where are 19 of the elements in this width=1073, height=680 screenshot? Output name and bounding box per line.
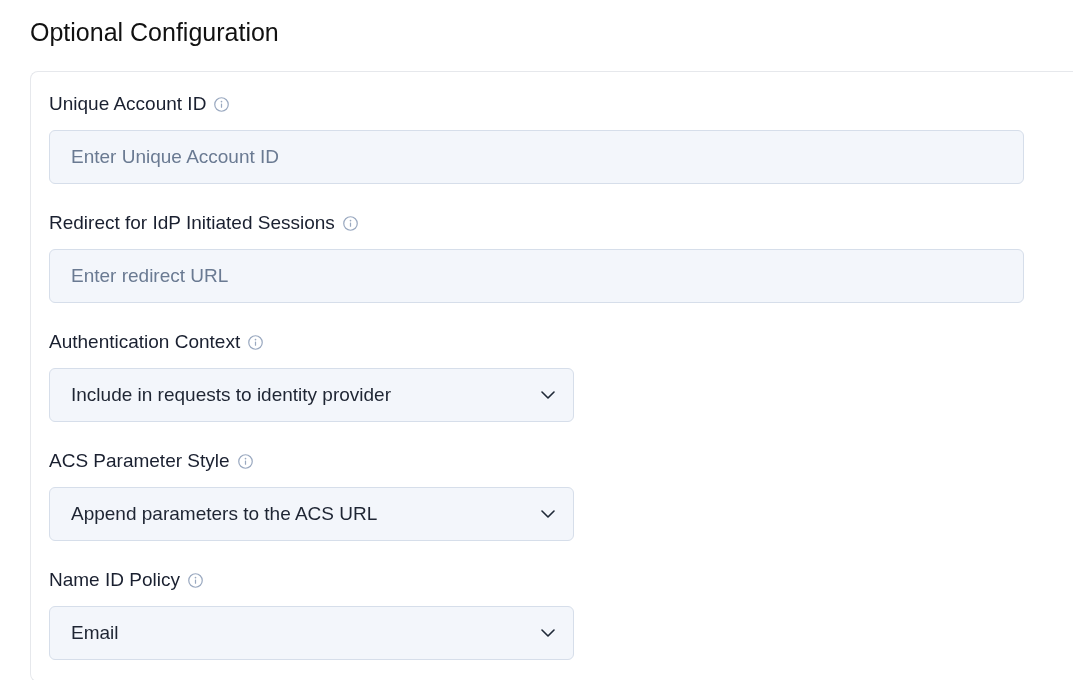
chevron-down-icon [541, 391, 555, 399]
info-icon [214, 96, 230, 112]
field-label: Authentication Context [49, 329, 241, 354]
info-icon [342, 215, 358, 231]
info-icon [248, 334, 264, 350]
select-dropdown[interactable]: Append parameters to the ACS URL [49, 487, 574, 541]
field-label: Unique Account ID [49, 91, 207, 116]
field-label: Redirect for IdP Initiated Sessions [49, 210, 335, 235]
info-icon [237, 453, 253, 469]
chevron-down-icon [541, 629, 555, 637]
field-label: ACS Parameter Style [49, 448, 230, 473]
info-icon [187, 572, 203, 588]
text-input[interactable]: Enter Unique Account ID [49, 130, 1024, 184]
chevron-down-icon [541, 510, 555, 518]
section-title: Optional Configuration [30, 17, 280, 48]
select-dropdown[interactable]: Email [49, 606, 574, 660]
text-input[interactable]: Enter redirect URL [49, 249, 1024, 303]
select-dropdown[interactable]: Include in requests to identity provider [49, 368, 574, 422]
field-label: Name ID Policy [49, 567, 180, 592]
